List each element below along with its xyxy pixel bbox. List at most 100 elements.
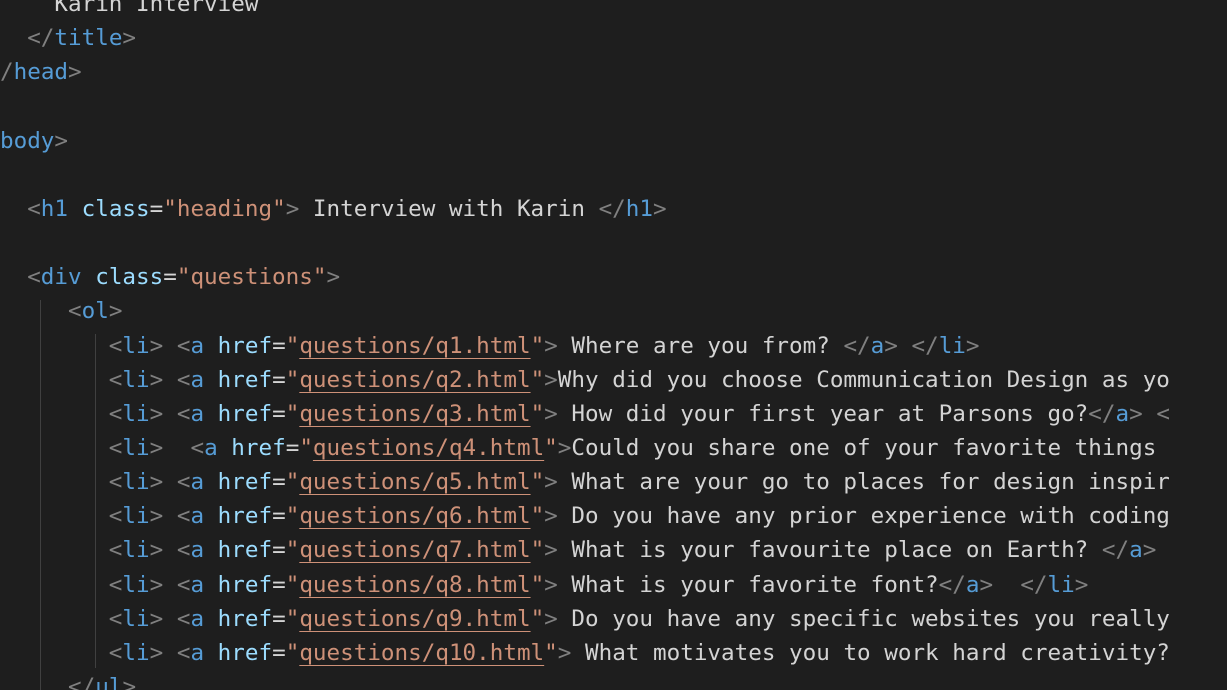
code-attribute: href (217, 605, 273, 632)
code-punctuation: < (1156, 400, 1170, 427)
code-line[interactable]: <li> <a href="questions/q3.html"> How di… (109, 397, 1170, 431)
code-punctuation: < (176, 332, 191, 359)
code-punctuation: </ (1020, 571, 1048, 598)
code-tag: a (190, 469, 205, 496)
code-link[interactable]: questions/q4.html (313, 435, 544, 461)
code-punctuation: < (108, 605, 123, 632)
code-tag: a (1115, 400, 1130, 427)
code-punctuation: < (27, 195, 41, 222)
code-link[interactable]: questions/q9.html (299, 606, 530, 632)
code-tag: h1 (40, 195, 69, 222)
code-line[interactable]: <li> <a href="questions/q10.html"> What … (109, 636, 1170, 670)
code-line[interactable]: Karin Interview (54, 0, 258, 21)
code-tag: a (190, 537, 205, 564)
code-line[interactable]: <li> <a href="questions/q4.html">Could y… (109, 431, 1157, 465)
code-punctuation: < (176, 366, 191, 393)
code-editor[interactable]: Karin Interview </title>/head> body> <h1 cl… (0, 0, 1227, 690)
code-punctuation: > (544, 571, 558, 598)
code-attribute: href (231, 434, 286, 461)
code-link[interactable]: questions/q5.html (299, 469, 530, 495)
indent-guide (95, 334, 96, 668)
code-punctuation: > (544, 537, 558, 564)
code-tag: ul (95, 674, 123, 690)
code-punctuation: > (653, 195, 667, 222)
code-attribute: class (81, 195, 150, 222)
code-link[interactable]: questions/q2.html (299, 367, 530, 393)
code-line[interactable]: /head> (0, 55, 82, 89)
code-line[interactable]: <ol> (68, 294, 122, 328)
code-punctuation: > (1142, 537, 1157, 564)
code-link[interactable]: questions/q10.html (299, 640, 544, 666)
code-punctuation: < (176, 503, 191, 530)
code-line[interactable]: <li> <a href="questions/q7.html"> What i… (109, 533, 1157, 567)
code-text: = (149, 195, 164, 222)
code-string: " (544, 434, 558, 461)
code-string: " (285, 537, 300, 564)
code-tag: head (13, 59, 69, 86)
code-string: " (285, 503, 300, 530)
code-string: " (530, 469, 545, 496)
code-punctuation: > (285, 195, 300, 222)
code-attribute: href (217, 469, 273, 496)
code-punctuation: < (108, 366, 123, 393)
code-punctuation: </ (27, 25, 55, 52)
code-punctuation: > (544, 366, 558, 393)
code-tag: li (122, 537, 150, 564)
code-link[interactable]: questions/q7.html (299, 537, 530, 563)
code-attribute: href (217, 503, 273, 530)
code-link[interactable]: questions/q6.html (299, 503, 530, 529)
code-text: Why did you choose Communication Design … (557, 366, 1170, 393)
code-line[interactable]: <h1 class="heading"> Interview with Kari… (27, 192, 666, 226)
code-text: Where are you from? (557, 332, 844, 359)
code-tag: li (1047, 571, 1075, 598)
code-string: " (285, 639, 300, 666)
code-punctuation: </ (938, 571, 966, 598)
code-tag: li (122, 366, 150, 393)
code-string: " (530, 537, 545, 564)
code-punctuation: > (544, 469, 558, 496)
code-tag: a (190, 639, 205, 666)
code-punctuation: < (68, 298, 82, 325)
code-punctuation: > (544, 332, 558, 359)
code-line[interactable]: <li> <a href="questions/q1.html"> Where … (109, 329, 980, 363)
code-punctuation: < (190, 434, 205, 461)
code-string: " (285, 332, 300, 359)
code-text: Do you have any prior experience with co… (557, 503, 1170, 530)
code-text: Interview with Karin (299, 195, 599, 222)
code-punctuation: < (176, 400, 191, 427)
code-punctuation: > (149, 400, 164, 427)
code-attribute: href (217, 639, 273, 666)
code-text: Karin Interview (54, 0, 259, 17)
code-text: = (272, 400, 286, 427)
code-link[interactable]: questions/q8.html (299, 572, 530, 598)
code-text: What motivates you to work hard creativi… (571, 639, 1170, 666)
code-string: " (285, 400, 300, 427)
code-line[interactable]: <li> <a href="questions/q2.html">Why did… (109, 363, 1170, 397)
code-string: " (285, 366, 300, 393)
code-line[interactable]: body> (0, 124, 68, 158)
code-punctuation: < (176, 605, 191, 632)
code-tag: li (122, 639, 150, 666)
code-text: = (272, 537, 286, 564)
code-line[interactable]: </ul> (68, 670, 136, 690)
code-line[interactable]: <li> <a href="questions/q8.html"> What i… (109, 568, 1089, 602)
code-punctuation: > (68, 59, 82, 86)
code-link[interactable]: questions/q3.html (299, 401, 530, 427)
code-line[interactable]: <div class="questions"> (27, 260, 340, 294)
code-tag: li (938, 332, 966, 359)
code-string: " (530, 503, 545, 530)
code-line[interactable]: </title> (27, 21, 136, 55)
code-line[interactable]: <li> <a href="questions/q9.html"> Do you… (109, 602, 1170, 636)
code-line[interactable]: <li> <a href="questions/q6.html"> Do you… (109, 499, 1170, 533)
code-punctuation: < (108, 434, 123, 461)
code-punctuation: </ (1101, 537, 1130, 564)
code-line[interactable]: <li> <a href="questions/q5.html"> What a… (109, 465, 1170, 499)
code-link[interactable]: questions/q1.html (299, 333, 530, 359)
